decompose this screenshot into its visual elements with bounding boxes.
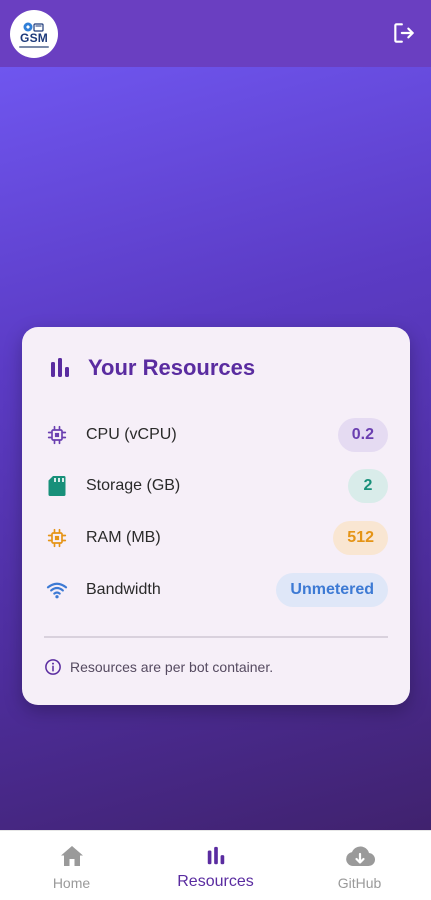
resource-value-chip: 512: [333, 521, 388, 555]
resource-label: Bandwidth: [86, 581, 161, 598]
resource-label: Storage (GB): [86, 477, 181, 494]
card-note: Resources are per bot container.: [44, 658, 273, 676]
logo-text: GSM: [20, 31, 48, 45]
app-bar: GSM: [0, 0, 431, 67]
sd-card-icon: [46, 475, 68, 497]
bar-chart-icon: [205, 843, 227, 869]
card-divider: [44, 636, 388, 638]
card-title: Your Resources: [88, 355, 256, 380]
resource-label: RAM (MB): [86, 529, 161, 546]
logout-icon: [394, 23, 414, 43]
note-text: Resources are per bot container.: [70, 659, 274, 675]
logo-tagline: [19, 46, 49, 48]
resource-row-cpu: CPU (vCPU) 0.2: [46, 416, 388, 454]
resource-row-storage: Storage (GB) 2: [46, 467, 388, 505]
logout-button[interactable]: [389, 18, 419, 48]
nav-label: Home: [52, 875, 91, 891]
nav-item-github[interactable]: GitHub: [288, 831, 431, 900]
resource-row-bandwidth: Bandwidth Unmetered: [46, 571, 388, 609]
bar-chart-icon: [51, 358, 69, 377]
wifi-icon: [46, 579, 68, 601]
resource-row-ram: RAM (MB) 512: [46, 519, 388, 557]
nav-item-resources[interactable]: Resources: [144, 831, 287, 900]
nav-label: GitHub: [337, 875, 382, 891]
resources-card: Your Resources CPU (vCPU) 0.2 Storage (G…: [22, 327, 410, 705]
nav-item-home[interactable]: Home: [0, 831, 143, 900]
gsm-logo: GSM: [10, 10, 58, 58]
card-header: Your Resources: [48, 355, 255, 381]
resource-label: CPU (vCPU): [86, 426, 177, 443]
cpu-chip-icon: [46, 424, 68, 446]
resource-value-chip: 0.2: [337, 418, 388, 452]
main-content: Your Resources CPU (vCPU) 0.2 Storage (G…: [0, 67, 431, 830]
info-icon: [45, 659, 61, 675]
cloud-download-icon: [345, 843, 375, 869]
resource-value-chip: Unmetered: [276, 573, 388, 607]
memory-chip-icon: [46, 527, 68, 549]
resource-value-chip: 2: [348, 469, 388, 503]
home-icon: [60, 843, 84, 869]
nav-label: Resources: [177, 873, 254, 890]
bottom-nav: Home Resources GitHub: [0, 830, 431, 900]
